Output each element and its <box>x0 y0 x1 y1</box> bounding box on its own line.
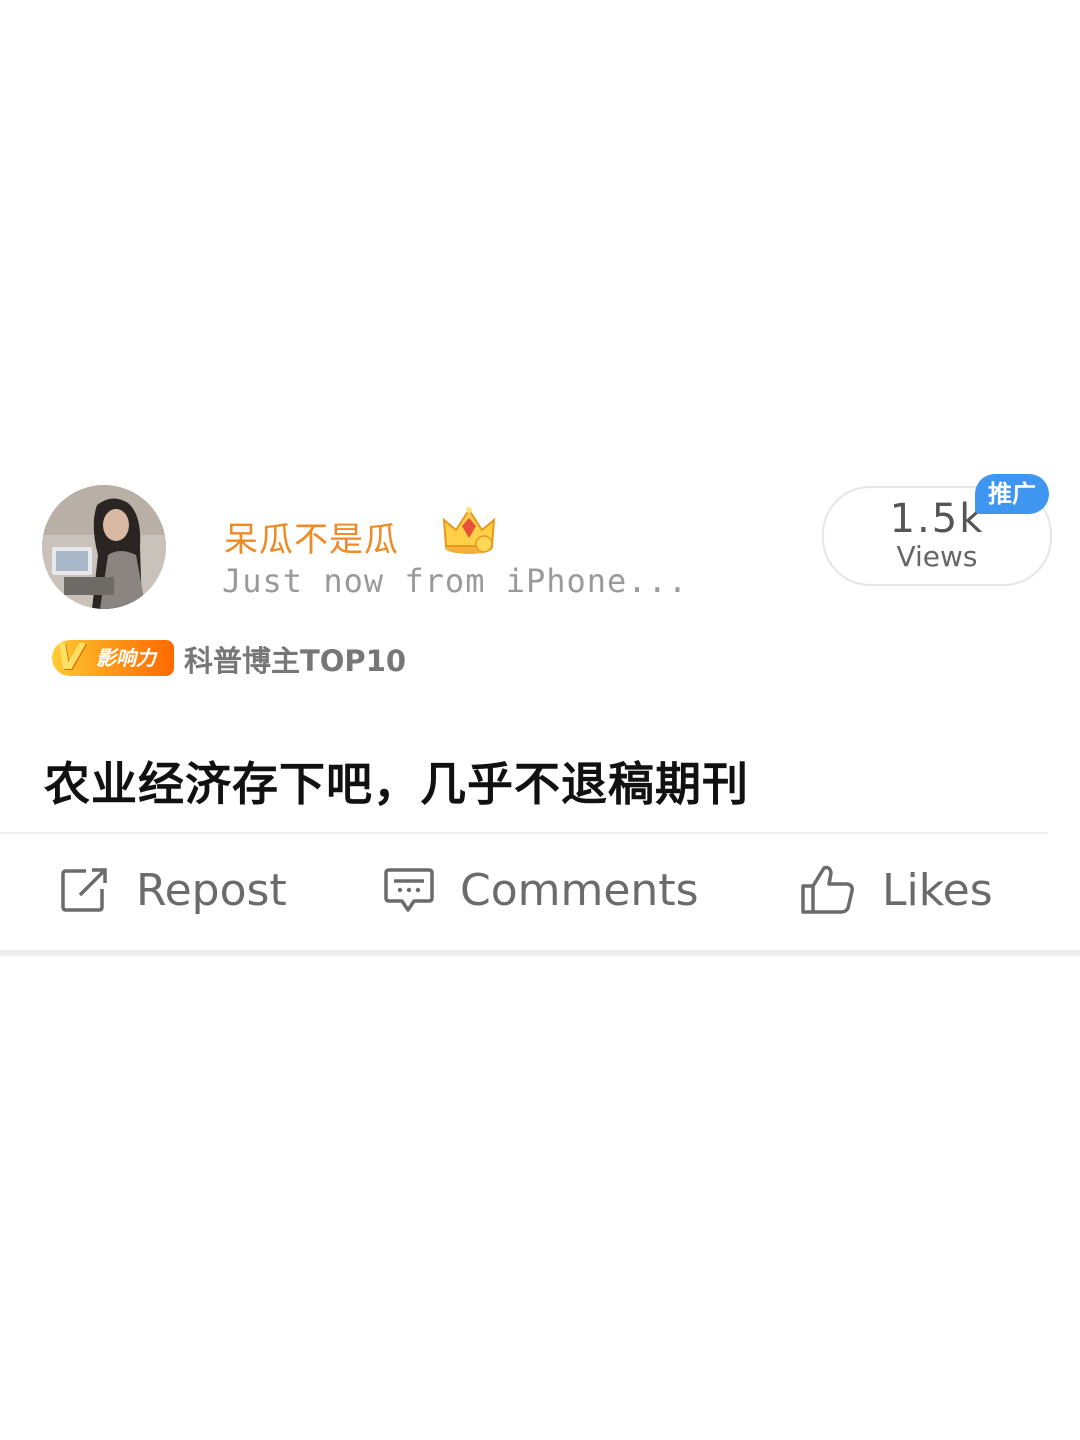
likes-button[interactable]: Likes <box>800 858 993 922</box>
thumbs-up-icon <box>801 865 854 914</box>
username[interactable]: 呆瓜不是瓜 <box>224 512 399 561</box>
repost-icon <box>61 868 107 912</box>
divider <box>0 832 1048 834</box>
crown-icon <box>440 502 498 556</box>
repost-button[interactable]: Repost <box>60 858 287 922</box>
views-label: Views <box>896 540 978 573</box>
comments-button[interactable]: Comments <box>384 858 699 922</box>
promo-tag: 推广 <box>975 474 1049 514</box>
comments-label: Comments <box>460 864 699 916</box>
post-meta: Just now from iPhone... <box>222 562 689 600</box>
section-separator <box>0 950 1080 956</box>
repost-label: Repost <box>136 864 287 916</box>
comment-icon <box>384 868 434 912</box>
likes-label: Likes <box>882 864 993 916</box>
avatar[interactable] <box>42 485 166 609</box>
post-card: 呆瓜不是瓜 Just now from iPhone... 1.5k Views… <box>0 470 1080 960</box>
badge-description[interactable]: 科普博主TOP10 <box>184 638 406 680</box>
v-icon: V <box>56 637 84 678</box>
badge-label: 影响力 <box>96 646 156 670</box>
influence-badge[interactable]: V 影响力 <box>52 637 174 678</box>
post-text[interactable]: 农业经济存下吧，几乎不退稿期刊 <box>44 748 749 814</box>
avatar-photo <box>42 485 166 609</box>
